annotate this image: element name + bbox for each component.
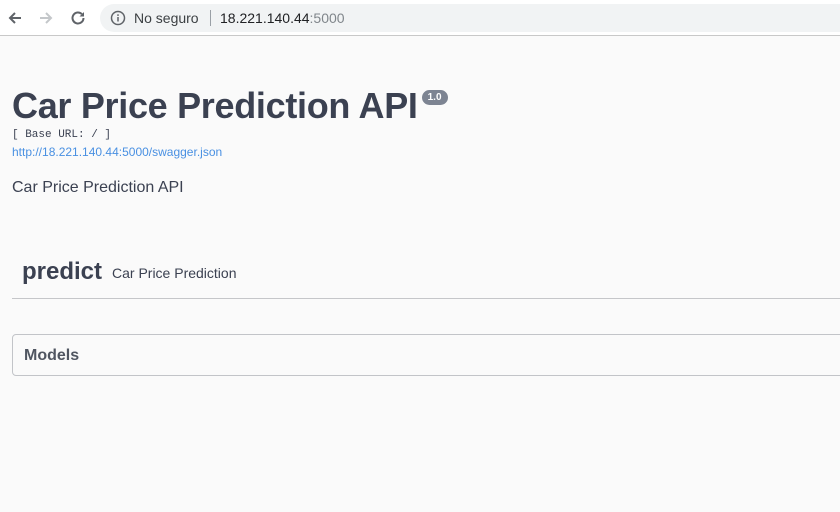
address-bar[interactable]: No seguro 18.221.140.44:5000 xyxy=(100,4,840,32)
browser-toolbar: No seguro 18.221.140.44:5000 xyxy=(0,0,840,36)
tag-description: Car Price Prediction xyxy=(112,265,237,281)
version-badge: 1.0 xyxy=(421,90,448,105)
tag-predict-header[interactable]: predict Car Price Prediction xyxy=(12,252,840,299)
swagger-json-link[interactable]: http://18.221.140.44:5000/swagger.json xyxy=(12,145,222,159)
info-icon[interactable] xyxy=(110,10,126,26)
forward-button[interactable] xyxy=(35,7,57,29)
models-section[interactable]: Models xyxy=(12,334,840,376)
tag-name[interactable]: predict xyxy=(22,258,102,286)
url-port: :5000 xyxy=(309,10,345,26)
info-header: Car Price Prediction API 1.0 xyxy=(12,84,448,128)
back-button[interactable] xyxy=(4,7,26,29)
api-description: Car Price Prediction API xyxy=(12,179,184,196)
security-label[interactable]: No seguro xyxy=(134,10,199,26)
url-host: 18.221.140.44 xyxy=(220,10,310,26)
page-title: Car Price Prediction API xyxy=(12,85,418,126)
url-text[interactable]: 18.221.140.44:5000 xyxy=(220,10,345,26)
omnibox-separator xyxy=(210,10,211,26)
base-url: [ Base URL: / ] xyxy=(12,129,112,141)
reload-button[interactable] xyxy=(67,7,89,29)
forward-arrow-icon xyxy=(40,12,53,24)
reload-icon xyxy=(71,11,85,25)
models-title[interactable]: Models xyxy=(24,347,79,365)
back-arrow-icon xyxy=(8,12,21,24)
